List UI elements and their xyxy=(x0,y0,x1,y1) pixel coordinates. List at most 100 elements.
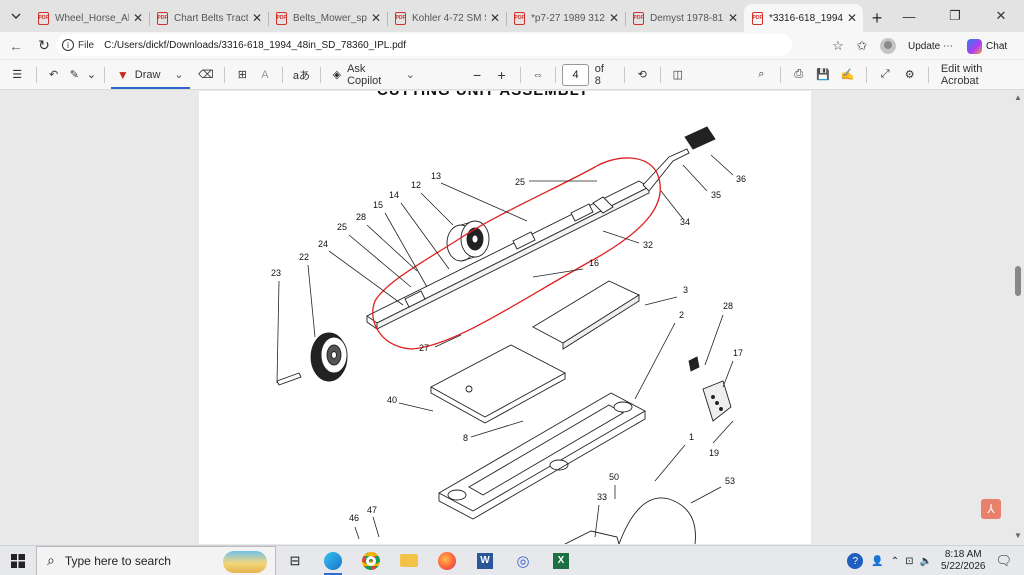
part-number-label: 25 xyxy=(515,177,525,187)
leader-line xyxy=(307,264,316,338)
favorite-star-icon[interactable]: ☆ xyxy=(826,34,850,58)
close-tab-icon[interactable]: ✕ xyxy=(371,11,381,25)
volume-icon[interactable]: 🔈 xyxy=(920,556,932,567)
acrobat-icon[interactable]: ⅄ xyxy=(981,499,1001,519)
file-explorer-app[interactable] xyxy=(390,546,428,575)
browser-tab[interactable]: PDF Kohler 4-72 SM Se ✕ xyxy=(387,4,506,32)
save-as-button[interactable]: ✍ xyxy=(835,63,859,87)
browser-tab[interactable]: PDF Chart Belts Tractor ✕ xyxy=(149,4,268,32)
update-button[interactable]: Update ⋯ xyxy=(902,41,959,52)
restore-button[interactable]: ❐ xyxy=(932,0,978,32)
save-icon: 💾 xyxy=(816,69,831,81)
windows-taskbar: ⌕ Type here to search ⊟ W ◎ X ? 👤 ⌃ ⊡ 🔈 … xyxy=(0,545,1024,575)
part-number-label: 24 xyxy=(318,239,328,249)
contents-button[interactable]: ☰ xyxy=(4,63,30,87)
part-number-label: 50 xyxy=(609,472,619,482)
chevron-down-icon: ⌄ xyxy=(86,69,96,81)
part-number-label: 34 xyxy=(680,217,690,227)
leader-line xyxy=(710,154,734,176)
print-button[interactable]: ⎙ xyxy=(787,63,811,87)
undo-button[interactable]: ↶ xyxy=(43,63,64,87)
firefox-app[interactable] xyxy=(428,546,466,575)
page-total-label: of 8 xyxy=(594,62,604,87)
browser-tab[interactable]: PDF Demyst 1978-81 C ✕ xyxy=(625,4,744,32)
draw-label: Draw xyxy=(134,68,161,81)
info-icon[interactable]: i xyxy=(62,39,74,51)
read-aloud-button[interactable]: aあ xyxy=(289,63,313,87)
close-tab-icon[interactable]: ✕ xyxy=(847,11,857,25)
browser-tab[interactable]: PDF Belts_Mower_spind ✕ xyxy=(268,4,387,32)
scroll-down-icon[interactable]: ▼ xyxy=(1014,531,1022,540)
globe-icon: ◎ xyxy=(516,552,530,570)
erase-button[interactable]: ⌫ xyxy=(194,63,218,87)
rotate-icon: ⟲ xyxy=(637,69,647,81)
edit-with-acrobat-button[interactable]: Edit with Acrobat xyxy=(935,63,1024,87)
avatar[interactable] xyxy=(880,38,896,54)
close-tab-icon[interactable]: ✕ xyxy=(728,11,738,25)
close-window-button[interactable]: ✕ xyxy=(978,0,1024,32)
search-icon: ⌕ xyxy=(47,552,55,568)
person-icon[interactable]: 👤 xyxy=(871,556,883,567)
minimize-button[interactable]: — xyxy=(886,0,932,32)
edge-app[interactable] xyxy=(314,546,352,575)
browser-tab-active[interactable]: PDF *3316-618_1994_4 ✕ xyxy=(744,4,863,32)
scroll-up-icon[interactable]: ▲ xyxy=(1014,93,1022,102)
draw-button[interactable]: ▼ Draw ⌄ xyxy=(110,63,190,89)
fullscreen-button[interactable]: ⤢ xyxy=(873,63,897,87)
part-number-label: 25 xyxy=(337,222,347,232)
chat-button[interactable]: Chat xyxy=(967,38,1007,54)
start-button[interactable] xyxy=(0,546,36,575)
chevron-up-icon[interactable]: ⌃ xyxy=(891,556,899,567)
page-number-input[interactable]: 4 xyxy=(562,63,589,86)
copilot-icon xyxy=(967,38,983,54)
page-view-button[interactable]: ◫ xyxy=(667,63,690,87)
browser-tab[interactable]: PDF *p7-27 1989 312-8 ✕ xyxy=(506,4,625,32)
divider xyxy=(103,66,105,83)
leader-line xyxy=(366,224,418,272)
part-number-label: 8 xyxy=(463,433,468,443)
close-tab-icon[interactable]: ✕ xyxy=(490,11,500,25)
vertical-scrollbar[interactable]: ▲ ▼ xyxy=(1012,91,1024,544)
tab-title: Wheel_Horse_All_V xyxy=(55,12,129,24)
search-button[interactable]: ⌕ xyxy=(749,63,773,87)
help-icon[interactable]: ? xyxy=(847,553,864,569)
print-icon: ⎙ xyxy=(794,68,804,80)
network-icon[interactable]: ⊡ xyxy=(905,556,913,567)
highlight-button[interactable]: ✎ xyxy=(64,63,85,87)
save-as-icon: ✍ xyxy=(840,69,855,81)
add-text-button[interactable]: ⊞ xyxy=(231,63,254,87)
leader-line xyxy=(682,164,708,192)
zoom-out-button[interactable]: − xyxy=(465,63,489,87)
ask-copilot-button[interactable]: ◈ Ask Copilot ⌄ xyxy=(327,63,421,87)
address-input[interactable]: i File C:/Users/dickf/Downloads/3316-618… xyxy=(56,34,792,56)
chrome-app[interactable] xyxy=(352,546,390,575)
part-number-label: 1 xyxy=(689,432,694,442)
close-tab-icon[interactable]: ✕ xyxy=(252,11,262,25)
tab-actions-menu[interactable] xyxy=(2,2,30,30)
settings-button[interactable]: ⚙ xyxy=(897,63,921,87)
part-number-label: 40 xyxy=(387,395,397,405)
highlight-options[interactable]: ⌄ xyxy=(85,63,98,87)
notifications-icon[interactable]: 🗨 xyxy=(995,553,1012,569)
excel-app[interactable]: X xyxy=(542,546,580,575)
firefox-icon xyxy=(438,551,456,570)
browser-tab[interactable]: PDF Wheel_Horse_All_V ✕ xyxy=(30,4,149,32)
close-tab-icon[interactable]: ✕ xyxy=(609,11,619,25)
taskbar-search-input[interactable]: ⌕ Type here to search xyxy=(36,545,276,575)
word-app[interactable]: W xyxy=(466,546,504,575)
refresh-button[interactable]: ↻ xyxy=(30,34,58,58)
close-tab-icon[interactable]: ✕ xyxy=(133,11,143,25)
pulley xyxy=(446,220,490,262)
back-button[interactable]: ← xyxy=(2,34,30,58)
pinned-app[interactable]: ◎ xyxy=(504,546,542,575)
zoom-in-button[interactable]: + xyxy=(489,63,513,87)
favorites-icon[interactable]: ✩ xyxy=(850,34,874,58)
fit-page-button[interactable]: ⇔ xyxy=(527,63,550,87)
height-bracket xyxy=(688,356,732,422)
scroll-thumb[interactable] xyxy=(1015,266,1021,296)
rotate-button[interactable]: ⟲ xyxy=(631,63,654,87)
arrow-left-icon: ← xyxy=(9,37,23,54)
task-view-button[interactable]: ⊟ xyxy=(276,546,314,575)
clock[interactable]: 8:18 AM 5/22/2026 xyxy=(941,549,986,573)
save-button[interactable]: 💾 xyxy=(811,63,835,87)
